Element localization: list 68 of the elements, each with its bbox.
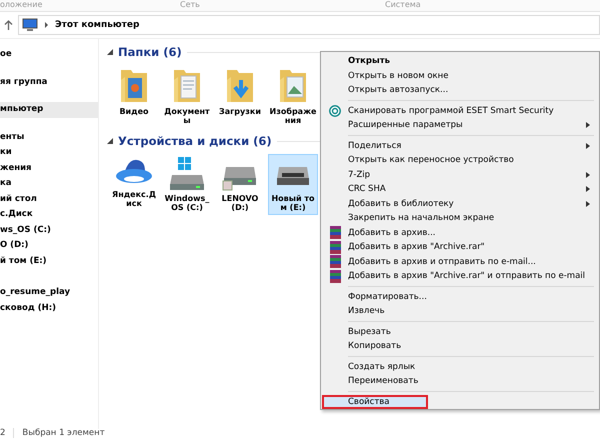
navigation-item[interactable]: ий стол [0,192,98,207]
navigation-item[interactable]: ое [0,47,98,62]
submenu-arrow-icon [586,186,590,192]
navigation-item[interactable]: мпьютер [0,102,98,118]
menu-item[interactable]: Открыть [322,54,598,68]
menu-item[interactable]: Поделиться [322,138,598,153]
drive-tile[interactable]: Изображения [268,65,318,128]
menu-item[interactable]: Открыть как переносное устройство [322,153,598,168]
menu-item[interactable]: Свойства [322,394,428,409]
submenu-arrow-icon [586,172,590,178]
navigation-item[interactable]: ws_OS (C:) [0,222,98,238]
books-icon [330,270,340,283]
menu-item[interactable]: CRC SHA [322,182,598,196]
menu-item[interactable]: Добавить в библиотеку [322,196,598,211]
menu-item[interactable]: Открыть в новом окне [322,68,598,83]
address-path: Этот компьютер [55,20,140,30]
drive-tile[interactable]: Загрузки [215,65,265,128]
item-count: 2 [0,428,6,438]
computer-icon [22,18,38,32]
drive-tile[interactable]: Яндекс.Диск [109,154,159,215]
menu-item[interactable]: Открыть автозапуск... [322,83,598,98]
menu-item[interactable]: 7-Zip [322,168,598,182]
submenu-arrow-icon [586,142,590,148]
navigation-item[interactable]: o_resume_play [0,285,98,300]
ribbon-group-label: Сеть [180,0,201,11]
navigation-item[interactable]: жения [0,160,98,176]
menu-item[interactable]: Добавить в архив... [322,226,598,240]
drive-tile[interactable]: LENOVO (D:) [215,154,265,215]
menu-item[interactable]: Расширенные параметры [322,118,598,132]
collapse-icon[interactable] [107,49,113,55]
menu-item[interactable]: Извлечь [322,304,598,318]
books-icon [330,255,340,268]
submenu-arrow-icon [586,200,590,206]
books-icon [330,226,340,240]
navigation-item[interactable]: й том (E:) [0,254,98,269]
books-icon [330,240,340,254]
ribbon-group-label: оложение [0,0,44,11]
navigation-item[interactable]: с.Диск [0,207,98,222]
navigation-item[interactable]: сковод (H:) [0,300,98,316]
collapse-icon[interactable] [107,138,113,144]
drive-tile[interactable]: Видео [109,65,159,128]
submenu-arrow-icon [586,122,590,128]
menu-item[interactable]: Добавить в архив "Archive.rar" [322,240,598,254]
menu-item[interactable]: Форматировать... [322,290,598,304]
chevron-icon [44,22,49,28]
drive-tile[interactable]: Документы [162,65,212,128]
menu-item[interactable]: Переименовать [322,374,598,388]
menu-item[interactable]: Добавить в архив "Archive.rar" и отправить по e-mail [322,269,598,284]
menu-item[interactable]: Создать ярлык [322,360,598,374]
section-title: Папки (6) [118,45,182,59]
navigation-item[interactable]: ка [0,176,98,192]
selection-status: Выбран 1 элемент [22,428,105,438]
up-arrow-icon[interactable] [4,20,13,30]
navigation-item[interactable]: O (D:) [0,238,98,254]
menu-item[interactable]: Вырезать [322,324,598,339]
menu-item[interactable]: Добавить в архив и отправить по e-mail... [322,254,598,269]
drive-tile[interactable]: Новый том (E:) [268,154,318,215]
menu-item[interactable]: Сканировать программой ESET Smart Security [322,104,598,118]
section-title: Устройства и диски (6) [118,134,272,148]
menu-item[interactable]: Копировать [322,339,598,354]
drive-tile[interactable]: Windows_ OS (C:) [162,154,212,215]
ribbon-group-label: Система [385,0,421,11]
navigation-item[interactable]: енты [0,130,98,145]
navigation-item[interactable]: яя группа [0,74,98,90]
navigation-item[interactable]: ки [0,145,98,160]
address-bar[interactable]: Этот компьютер [18,15,600,35]
menu-item[interactable]: Закрепить на начальном экране [322,211,598,226]
system-drive-icon [168,157,206,191]
